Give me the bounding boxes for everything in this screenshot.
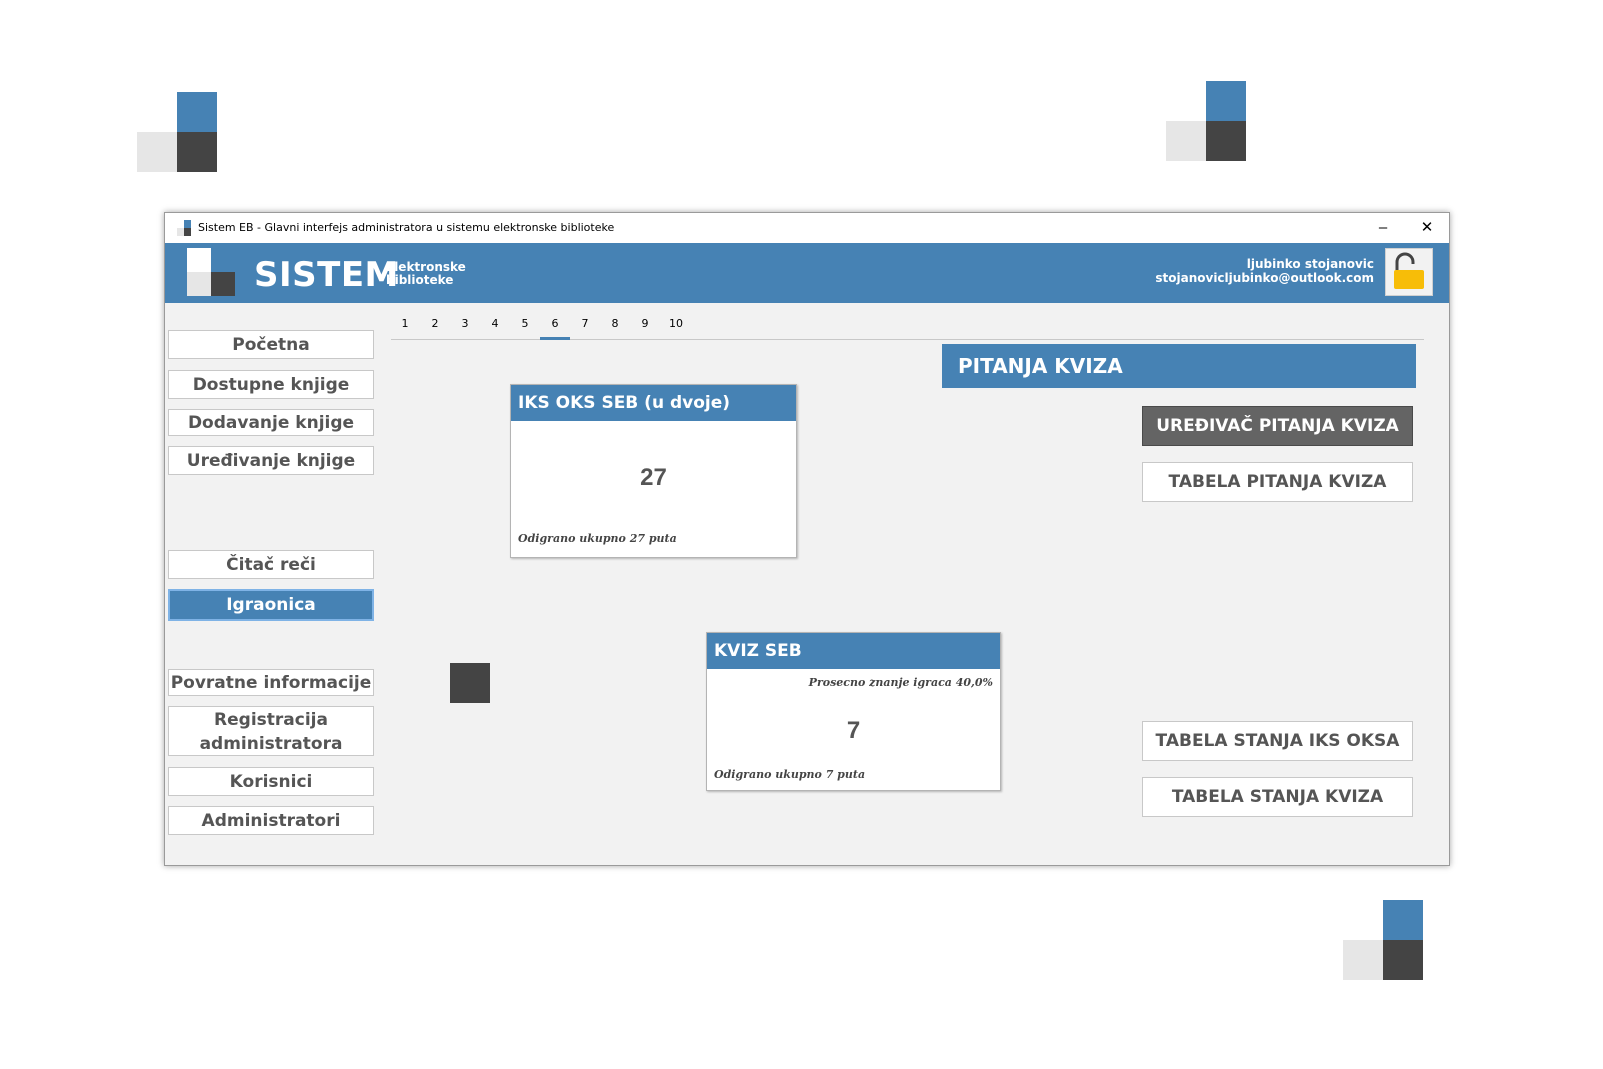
user-name: ljubinko stojanovic: [1246, 257, 1374, 271]
page-tabs: 1 2 3 4 5 6 7 8 9 10: [391, 309, 1424, 340]
quiz-editor-button[interactable]: UREĐIVAČ PITANJA KVIZA: [1142, 406, 1413, 446]
tab-3[interactable]: 3: [450, 317, 480, 330]
game-played-summary: Odigrano ukupno 7 puta: [714, 768, 866, 781]
quiz-state-table-button[interactable]: TABELA STANJA KVIZA: [1142, 777, 1413, 817]
nav-povratne-informacije[interactable]: Povratne informacije: [168, 669, 374, 696]
window-title: Sistem EB - Glavni interfejs administrat…: [198, 221, 615, 234]
brand-subtitle: Elektronske biblioteke: [386, 261, 466, 287]
app-header: SISTEM Elektronske biblioteke ljubinko s…: [165, 243, 1449, 303]
nav-korisnici[interactable]: Korisnici: [168, 767, 374, 796]
game-card-iks-oks[interactable]: IKS OKS SEB (u dvoje) 27 Odigrano ukupno…: [510, 384, 797, 558]
tab-9[interactable]: 9: [630, 317, 660, 330]
game-play-count: 7: [846, 717, 861, 744]
decor-logo-top-right: [1166, 81, 1246, 161]
brand-title: SISTEM: [254, 255, 399, 295]
game-card-title: KVIZ SEB: [707, 633, 1000, 669]
tab-10[interactable]: 10: [661, 317, 691, 330]
nav-administratori[interactable]: Administratori: [168, 806, 374, 835]
tab-1[interactable]: 1: [390, 317, 420, 330]
tab-8[interactable]: 8: [600, 317, 630, 330]
minimize-button[interactable]: –: [1361, 213, 1405, 243]
decor-logo-bottom-right: [1343, 900, 1423, 980]
unlocked-padlock-icon: [1394, 252, 1424, 289]
app-icon: [177, 220, 193, 236]
average-knowledge: Prosecno znanje igraca 40,0%: [808, 676, 993, 689]
tab-5[interactable]: 5: [510, 317, 540, 330]
nav-dodavanje-knjige[interactable]: Dodavanje knjige: [168, 409, 374, 436]
game-card-title: IKS OKS SEB (u dvoje): [511, 385, 796, 421]
nav-igraonica[interactable]: Igraonica: [168, 589, 374, 621]
nav-registracija-administratora[interactable]: Registracija administratora: [168, 706, 374, 756]
quiz-questions-table-button[interactable]: TABELA PITANJA KVIZA: [1142, 462, 1413, 502]
tab-2[interactable]: 2: [420, 317, 450, 330]
tab-4[interactable]: 4: [480, 317, 510, 330]
nav-dostupne-knjige[interactable]: Dostupne knjige: [168, 370, 374, 399]
user-email: stojanovicljubinko@outlook.com: [1155, 271, 1374, 285]
nav-citac-reci[interactable]: Čitač reči: [168, 550, 374, 579]
decor-logo-top-left: [137, 92, 217, 172]
logout-button[interactable]: [1385, 248, 1433, 296]
game-card-kviz[interactable]: KVIZ SEB Prosecno znanje igraca 40,0% 7 …: [706, 632, 1001, 791]
decor-square: [450, 663, 490, 703]
game-play-count: 27: [640, 464, 667, 491]
tab-7[interactable]: 7: [570, 317, 600, 330]
nav-pocetna[interactable]: Početna: [168, 330, 374, 359]
iks-oks-table-button[interactable]: TABELA STANJA IKS OKSA: [1142, 721, 1413, 761]
nav-uredjivanje-knjige[interactable]: Uređivanje knjige: [168, 446, 374, 475]
close-button[interactable]: ✕: [1405, 213, 1449, 243]
user-info: ljubinko stojanovic stojanovicljubinko@o…: [1155, 257, 1374, 285]
tab-6[interactable]: 6: [540, 317, 570, 340]
title-bar: Sistem EB - Glavni interfejs administrat…: [165, 213, 1449, 243]
game-played-summary: Odigrano ukupno 27 puta: [518, 532, 677, 545]
app-window: Sistem EB - Glavni interfejs administrat…: [164, 212, 1450, 866]
brand-subtitle-line-2: biblioteke: [386, 273, 454, 287]
logo-icon: [187, 248, 235, 296]
quiz-questions-header: PITANJA KVIZA: [942, 344, 1416, 388]
